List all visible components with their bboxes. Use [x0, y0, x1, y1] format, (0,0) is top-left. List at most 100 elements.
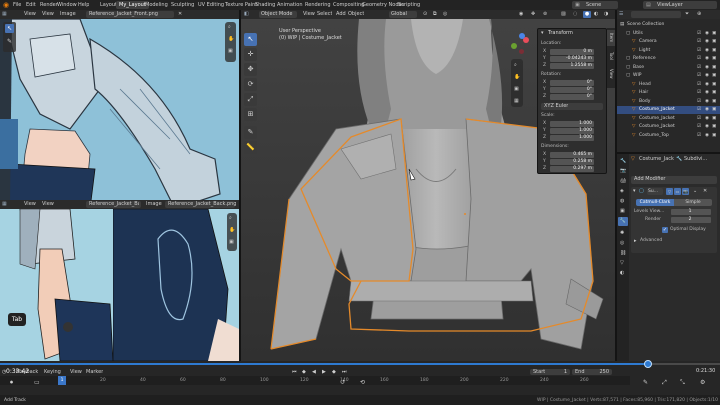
checkbox-icon[interactable]: ☑ [697, 64, 701, 72]
tab-rendering[interactable]: Rendering [302, 1, 334, 9]
tool-tab-icon[interactable]: 🔧 [620, 158, 626, 165]
checkbox-icon[interactable]: ☑ [697, 98, 701, 106]
jump-end-icon[interactable]: ⏭ [342, 369, 347, 376]
view-layer-selector[interactable]: ▤ ViewLayer [643, 1, 717, 9]
zoom-icon-2[interactable]: ⌕ [229, 215, 232, 222]
editor-type-icon[interactable]: ◧ [244, 11, 249, 18]
scale-tool-icon[interactable]: ⤢ [244, 93, 257, 106]
outliner-row[interactable]: ▽ Costume_Jacket ☑ ◉ ▣ [617, 115, 720, 123]
start-frame-field[interactable]: Start 1 [530, 369, 570, 375]
mode-selector[interactable]: Object Mode [259, 11, 297, 18]
outliner-row[interactable]: ▢ Reference ☑ ◉ ▣ [617, 55, 720, 63]
render-tab-icon[interactable]: 📷 [620, 168, 626, 175]
settings-icon[interactable]: ⚙ [700, 379, 705, 386]
location-x-field[interactable]: 0 m [550, 49, 594, 55]
z-axis-icon[interactable] [519, 33, 525, 39]
outliner-row[interactable]: ▽ Costume_Jacket ☑ ◉ ▣ [617, 106, 720, 114]
menu-marker[interactable]: Marker [86, 369, 103, 376]
camera-icon[interactable]: ▣ [712, 89, 716, 97]
viewport-toggle-icon[interactable]: ▭ [674, 188, 681, 195]
image-editor-icon-2[interactable]: ▦ [2, 201, 7, 208]
scale-z-field[interactable]: 1.000 [550, 135, 594, 141]
shading-solid-icon[interactable]: ● [583, 11, 591, 18]
outliner-row[interactable]: ▤ Scene Collection [617, 21, 720, 29]
measure-tool-icon[interactable]: 📏 [244, 141, 257, 154]
camera-icon[interactable]: ▣ [712, 47, 716, 55]
annotate-tool-3d-icon[interactable]: ✎ [244, 126, 257, 139]
scene-selector[interactable]: ▣ Scene [572, 1, 618, 9]
dimensions-x-field[interactable]: 0.465 m [550, 152, 594, 158]
menu-keying[interactable]: Keying [44, 369, 61, 376]
pan-icon-2[interactable]: ✋ [229, 227, 235, 234]
checkbox-icon[interactable]: ☑ [697, 115, 701, 123]
menu-object[interactable]: Object [348, 11, 364, 18]
transform-header[interactable]: Transform [548, 30, 573, 37]
scale-y-field[interactable]: 1.000 [550, 128, 594, 134]
checkbox-icon[interactable]: ☑ [697, 106, 701, 114]
modifier-dropdown-icon[interactable]: ⌄ [693, 188, 697, 195]
menu-file[interactable]: File [13, 2, 21, 9]
location-z-field[interactable]: 1.2558 m [550, 63, 594, 69]
camera-icon[interactable]: ▣ [712, 55, 716, 63]
camera-icon[interactable]: ▣ [712, 132, 716, 140]
annotate-tool-icon[interactable]: ✎ [5, 37, 14, 46]
pen-icon[interactable]: ✎ [643, 379, 648, 386]
menu-select[interactable]: Select [317, 11, 332, 18]
image-canvas-front[interactable]: ⌕ ✋ ▣ [0, 19, 239, 209]
zoom-icon[interactable]: ⌕ [228, 24, 231, 31]
tab-animation[interactable]: Animation [274, 1, 306, 9]
camera-icon[interactable]: ▣ [712, 81, 716, 89]
checkbox-icon[interactable]: ☑ [697, 47, 701, 55]
tab-modeling[interactable]: Modeling [142, 1, 171, 9]
catmull-clark-button[interactable]: Catmull-Clark [636, 199, 674, 206]
edit-mode-toggle-icon[interactable]: ▽ [666, 188, 673, 195]
visibility-icon[interactable]: ◉ [519, 11, 523, 18]
rotation-mode-dropdown[interactable]: XYZ Euler [541, 103, 603, 110]
constraints-tab-icon[interactable]: ⛓ [620, 250, 626, 257]
checkbox-icon[interactable]: ☑ [697, 38, 701, 46]
pivot-icon[interactable]: ⊙ [423, 11, 427, 18]
outliner-search-input[interactable] [631, 11, 681, 18]
jump-start-icon[interactable]: ⏮ [292, 369, 297, 376]
checkbox-icon[interactable]: ☑ [697, 72, 701, 80]
panel-collapse-icon[interactable]: ▾ [541, 30, 544, 37]
image-canvas-back[interactable]: ⌕ ✋ ▣ [113, 209, 239, 361]
image-editor-icon[interactable]: ▦ [2, 11, 7, 18]
select-tool-icon[interactable]: ↖ [244, 33, 257, 46]
modifier-tab-icon[interactable]: 🔧 [618, 217, 628, 226]
rotation-x-field[interactable]: 0° [550, 80, 594, 86]
output-tab-icon[interactable]: 🖨 [620, 178, 626, 185]
axis-gizmo[interactable] [509, 33, 533, 57]
new-collection-icon[interactable]: ⊕ [697, 11, 701, 18]
captions-icon[interactable]: ▭ [34, 379, 40, 386]
eye-icon[interactable]: ◉ [705, 132, 709, 140]
menu-view-2[interactable]: View [42, 11, 54, 18]
close-icon[interactable]: ✕ [178, 11, 182, 18]
camera-icon[interactable]: ▣ [228, 48, 233, 55]
zoom-icon-3d[interactable]: ⌕ [514, 62, 517, 69]
simple-button[interactable]: Simple [674, 199, 712, 206]
eye-icon[interactable]: ◉ [705, 47, 709, 55]
outliner-row[interactable]: ▽ Hair ☑ ◉ ▣ [617, 89, 720, 97]
eye-icon[interactable]: ◉ [705, 81, 709, 89]
camera-icon[interactable]: ▣ [712, 38, 716, 46]
render-levels-field[interactable]: 2 [671, 217, 711, 223]
play-icon[interactable]: ▶ [322, 369, 326, 376]
advanced-collapse-icon[interactable]: ▸ [634, 238, 637, 245]
menu-edit[interactable]: Edit [26, 2, 36, 9]
location-y-field[interactable]: -0.04243 m [550, 56, 594, 62]
checkbox-icon[interactable]: ☑ [697, 123, 701, 131]
tab-scripting[interactable]: Scripting [395, 1, 423, 9]
eye-icon[interactable]: ◉ [705, 38, 709, 46]
checkbox-icon[interactable]: ☑ [697, 132, 701, 140]
image-browse-front[interactable]: Reference_Jacket_Front.png [86, 11, 174, 18]
play-reverse-icon[interactable]: ◀ [312, 369, 316, 376]
eye-icon[interactable]: ◉ [705, 98, 709, 106]
eye-icon[interactable]: ◉ [705, 64, 709, 72]
rewind-icon[interactable]: ↺ [340, 379, 345, 386]
optimal-display-checkbox[interactable]: ✓ [662, 227, 668, 233]
eye-icon[interactable]: ◉ [705, 30, 709, 38]
pan-icon-3d[interactable]: ✋ [514, 74, 520, 81]
transform-tool-icon[interactable]: ⊞ [244, 108, 257, 121]
eye-icon[interactable]: ◉ [705, 72, 709, 80]
